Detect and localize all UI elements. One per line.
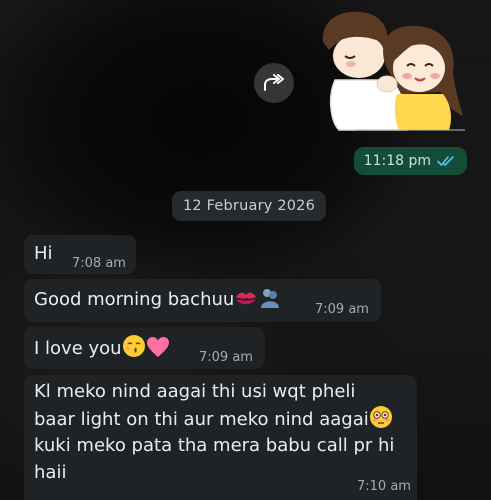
sticker-timestamp: 11:18 pm (353, 147, 467, 175)
kissing-face-icon (122, 334, 146, 366)
message-line: baar light on thi aur meko nind aagai (34, 409, 369, 430)
message-time: 7:10 am (357, 479, 411, 494)
message-line: Kl meko nind aagai thi usi wqt pheli (34, 381, 356, 402)
message-line: kuki meko pata tha mera babu call pr hi (34, 435, 395, 456)
message-line: haii (34, 462, 67, 483)
message-time: 7:08 am (72, 256, 126, 271)
message-text: Hi (34, 243, 53, 264)
message-text: I love you (34, 338, 122, 359)
forward-icon (264, 74, 284, 91)
message-bubble[interactable]: Kl meko nind aagai thi usi wqt pheli baa… (24, 375, 417, 500)
forward-button[interactable] (254, 63, 294, 103)
message-bubble[interactable]: Hi 7:08 am (24, 235, 136, 274)
read-receipt-icon (437, 155, 457, 167)
pink-heart-icon (146, 336, 170, 366)
message-bubble[interactable]: Good morning bachuu 7:09 am (24, 279, 381, 322)
couple-sticker-icon (322, 11, 465, 131)
message-time: 7:09 am (199, 350, 253, 365)
message-time: 7:09 am (315, 302, 369, 317)
kiss-mark-icon (234, 289, 258, 317)
message-bubble[interactable]: I love you 7:09 am (24, 327, 265, 369)
message-text: Good morning bachuu (34, 289, 235, 310)
date-separator: 12 February 2026 (172, 191, 327, 221)
couple-hug-sticker[interactable] (315, 6, 465, 134)
sticker-time: 11:18 pm (363, 153, 431, 169)
people-hugging-icon (258, 287, 282, 317)
